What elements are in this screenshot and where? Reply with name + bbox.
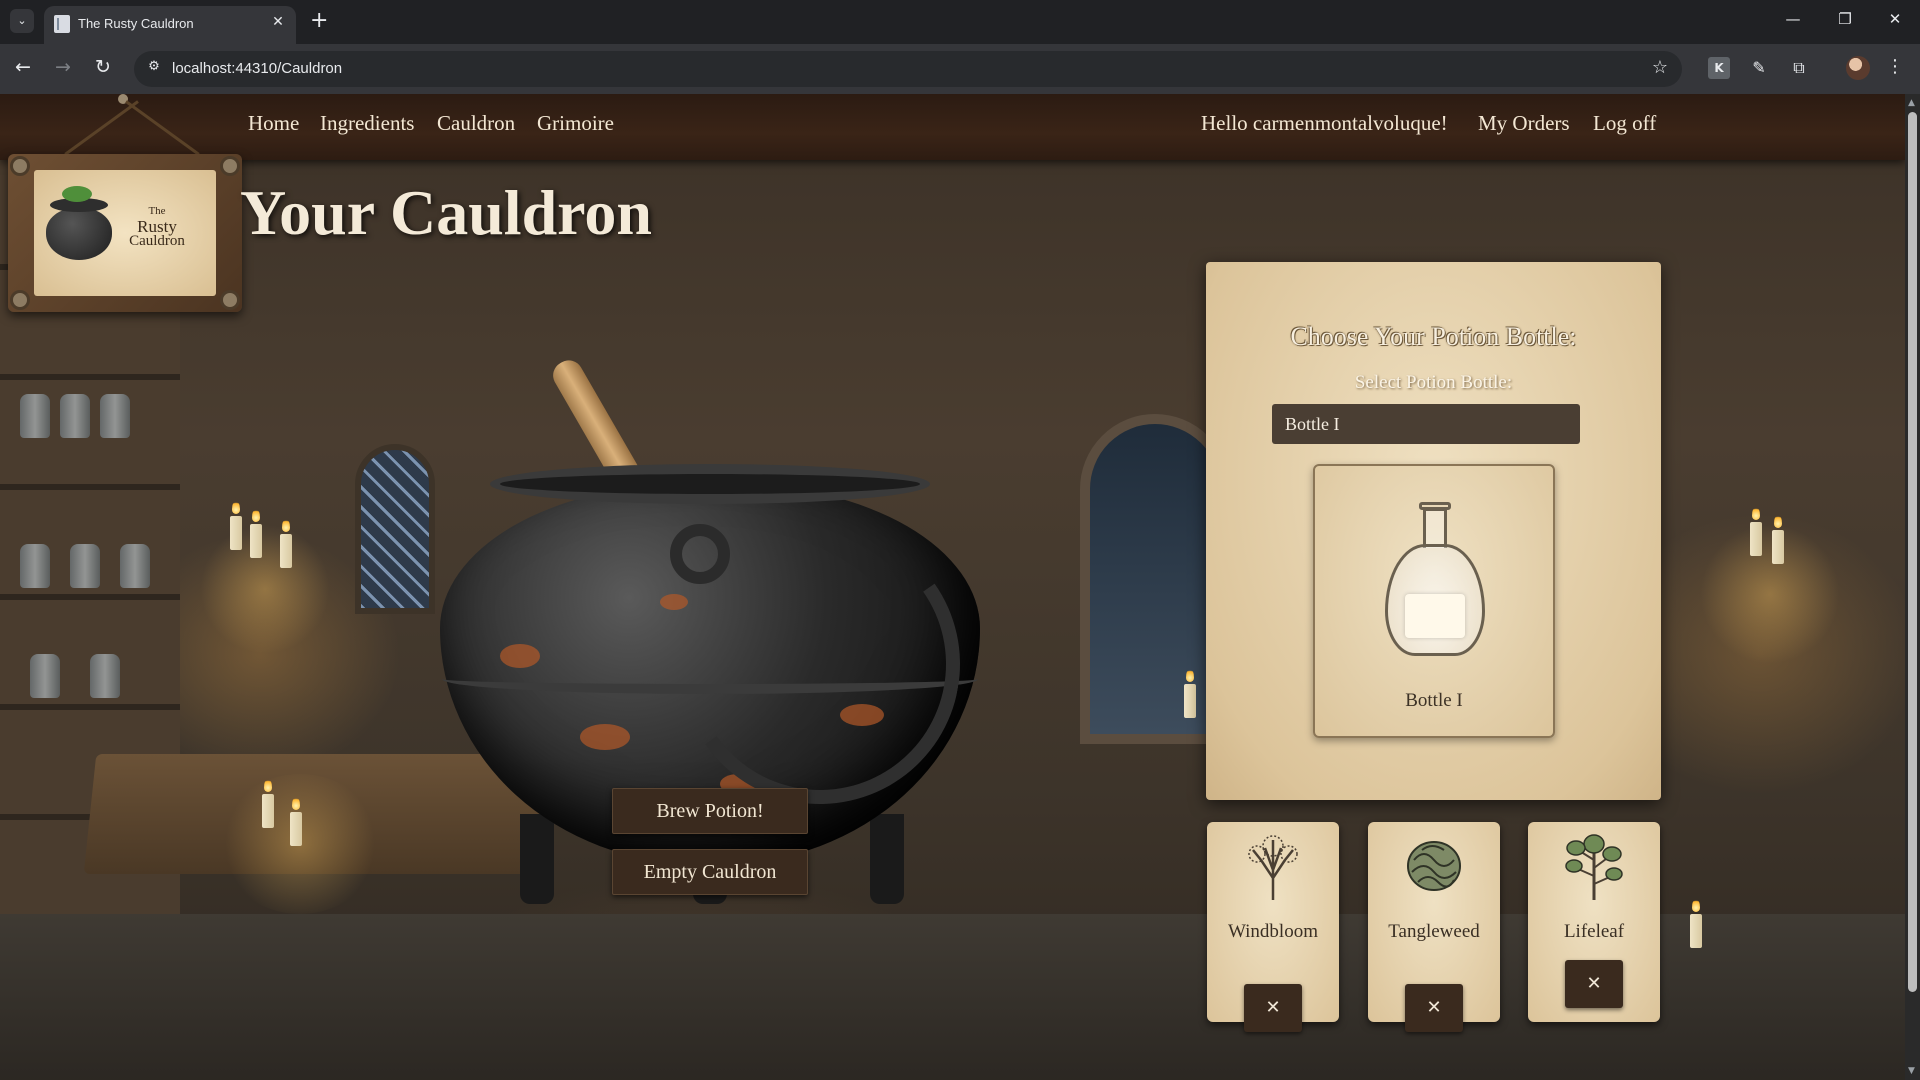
jar-illustration bbox=[20, 544, 50, 588]
jar-illustration bbox=[70, 544, 100, 588]
reload-icon[interactable]: ↻ bbox=[90, 56, 116, 78]
bottle-select-label: Select Potion Bottle: bbox=[1354, 372, 1513, 393]
browser-toolbar: ← → ↻ ⚙ localhost:44310/Cauldron ☆ K ✎ ⧉… bbox=[0, 44, 1920, 94]
page-scrollbar[interactable]: ▲ ▼ bbox=[1905, 94, 1920, 1080]
extension-pen-icon[interactable]: ✎ bbox=[1748, 57, 1770, 79]
potion-bottle-panel: Choose Your Potion Bottle: Select Potion… bbox=[1206, 262, 1661, 800]
cauldron-rim bbox=[490, 464, 930, 504]
rust-spot bbox=[660, 594, 688, 610]
bottle-select-dropdown[interactable]: Bottle I bbox=[1272, 404, 1580, 444]
jar-illustration bbox=[120, 544, 150, 588]
nav-cauldron-link[interactable]: Cauldron bbox=[437, 111, 515, 136]
bottle-card-caption: Bottle I bbox=[1405, 690, 1463, 711]
jar-illustration bbox=[100, 394, 130, 438]
candle-illustration bbox=[1750, 506, 1762, 556]
nav-home-link[interactable]: Home bbox=[248, 111, 299, 136]
ingredient-name: Tangleweed bbox=[1388, 921, 1480, 942]
ingredient-name: Windbloom bbox=[1227, 921, 1318, 942]
jar-illustration bbox=[90, 654, 120, 698]
browser-tab-bar: ⌄ The Rusty Cauldron ✕ + — ❐ ✕ bbox=[0, 0, 1920, 44]
profile-avatar[interactable] bbox=[1846, 56, 1870, 80]
user-greeting-link[interactable]: Hello carmenmontalvoluque! bbox=[1201, 111, 1448, 136]
nav-ingredients-link[interactable]: Ingredients bbox=[320, 111, 414, 136]
site-logo[interactable]: The Rusty Cauldron bbox=[8, 154, 242, 312]
forward-icon[interactable]: → bbox=[50, 56, 76, 78]
logo-line-cauldron: Cauldron bbox=[129, 233, 185, 249]
candle-glow bbox=[200, 524, 330, 654]
scroll-down-icon[interactable]: ▼ bbox=[1908, 1066, 1915, 1076]
cauldron-leg bbox=[520, 814, 554, 904]
browser-menu-icon[interactable]: ⋮ bbox=[1886, 56, 1904, 77]
window-close-icon[interactable]: ✕ bbox=[1880, 10, 1910, 28]
nav-grimoire-link[interactable]: Grimoire bbox=[537, 111, 614, 136]
top-navigation: Home Ingredients Cauldron Grimoire Hello… bbox=[0, 94, 1905, 160]
page-background: Home Ingredients Cauldron Grimoire Hello… bbox=[0, 94, 1905, 1080]
ingredient-card: Tangleweed ✕ bbox=[1368, 822, 1500, 1032]
ingredient-card: Windbloom ✕ bbox=[1207, 822, 1339, 1032]
bottle-label bbox=[1405, 594, 1465, 638]
ingredient-card: Lifeleaf ✕ bbox=[1528, 822, 1660, 1022]
bottle-option-card[interactable]: Bottle I bbox=[1313, 464, 1555, 738]
tab-close-icon[interactable]: ✕ bbox=[268, 14, 288, 30]
frame-corner bbox=[220, 156, 240, 176]
frame-corner bbox=[10, 156, 30, 176]
extensions-puzzle-icon[interactable]: ⧉ bbox=[1788, 57, 1810, 79]
remove-ingredient-button[interactable]: ✕ bbox=[1565, 960, 1623, 1008]
url-text[interactable]: localhost:44310/Cauldron bbox=[172, 60, 342, 77]
tangleweed-icon bbox=[1407, 841, 1461, 891]
back-icon[interactable]: ← bbox=[10, 56, 36, 78]
candle-illustration bbox=[1184, 668, 1196, 718]
candle-illustration bbox=[1690, 898, 1702, 948]
bottle-neck bbox=[1423, 508, 1447, 548]
scroll-up-icon[interactable]: ▲ bbox=[1908, 98, 1915, 108]
bookmark-star-icon[interactable]: ☆ bbox=[1652, 57, 1668, 78]
jar-illustration bbox=[30, 654, 60, 698]
rust-spot bbox=[580, 724, 630, 750]
candle-illustration bbox=[230, 500, 242, 550]
page-title: Your Cauldron bbox=[240, 177, 652, 248]
address-bar[interactable]: ⚙ localhost:44310/Cauldron ☆ bbox=[134, 51, 1682, 87]
candle-illustration bbox=[250, 508, 262, 558]
remove-ingredient-button[interactable]: ✕ bbox=[1405, 984, 1463, 1032]
remove-ingredient-button[interactable]: ✕ bbox=[1244, 984, 1302, 1032]
logo-parchment: The Rusty Cauldron bbox=[34, 170, 216, 296]
log-off-link[interactable]: Log off bbox=[1593, 111, 1656, 136]
candle-glow bbox=[1700, 524, 1840, 664]
restore-icon[interactable]: ❐ bbox=[1830, 10, 1860, 28]
windbloom-tree-icon bbox=[1248, 835, 1298, 900]
brew-potion-button[interactable]: Brew Potion! bbox=[612, 788, 808, 834]
tab-title: The Rusty Cauldron bbox=[78, 16, 194, 31]
frame-corner bbox=[220, 290, 240, 310]
site-info-icon[interactable]: ⚙ bbox=[144, 59, 164, 79]
minimize-icon[interactable]: — bbox=[1778, 10, 1808, 28]
jar-illustration bbox=[20, 394, 50, 438]
logo-cauldron-icon bbox=[46, 186, 112, 260]
candle-illustration bbox=[280, 518, 292, 568]
cauldron-leg bbox=[870, 814, 904, 904]
logo-line-rusty: Rusty bbox=[137, 217, 177, 236]
tab-search-icon[interactable]: ⌄ bbox=[10, 9, 34, 33]
jar-illustration bbox=[60, 394, 90, 438]
candle-illustration bbox=[1772, 514, 1784, 564]
rust-spot bbox=[500, 644, 540, 668]
scroll-thumb[interactable] bbox=[1908, 112, 1917, 992]
bottle-panel-title: Choose Your Potion Bottle: bbox=[1290, 322, 1577, 351]
ingredient-name: Lifeleaf bbox=[1563, 921, 1625, 942]
frame-corner bbox=[10, 290, 30, 310]
browser-tab[interactable]: The Rusty Cauldron ✕ bbox=[44, 6, 296, 44]
lifeleaf-tree-icon bbox=[1565, 834, 1623, 900]
candle-illustration bbox=[262, 778, 274, 828]
my-orders-link[interactable]: My Orders bbox=[1478, 111, 1570, 136]
candle-illustration bbox=[290, 796, 302, 846]
cauldron-ring bbox=[670, 524, 730, 584]
page-favicon-icon bbox=[54, 15, 70, 33]
new-tab-icon[interactable]: + bbox=[310, 8, 328, 34]
logo-wordmark: The Rusty Cauldron bbox=[112, 204, 202, 249]
extension-k-icon[interactable]: K bbox=[1708, 57, 1730, 79]
empty-cauldron-button[interactable]: Empty Cauldron bbox=[612, 849, 808, 895]
